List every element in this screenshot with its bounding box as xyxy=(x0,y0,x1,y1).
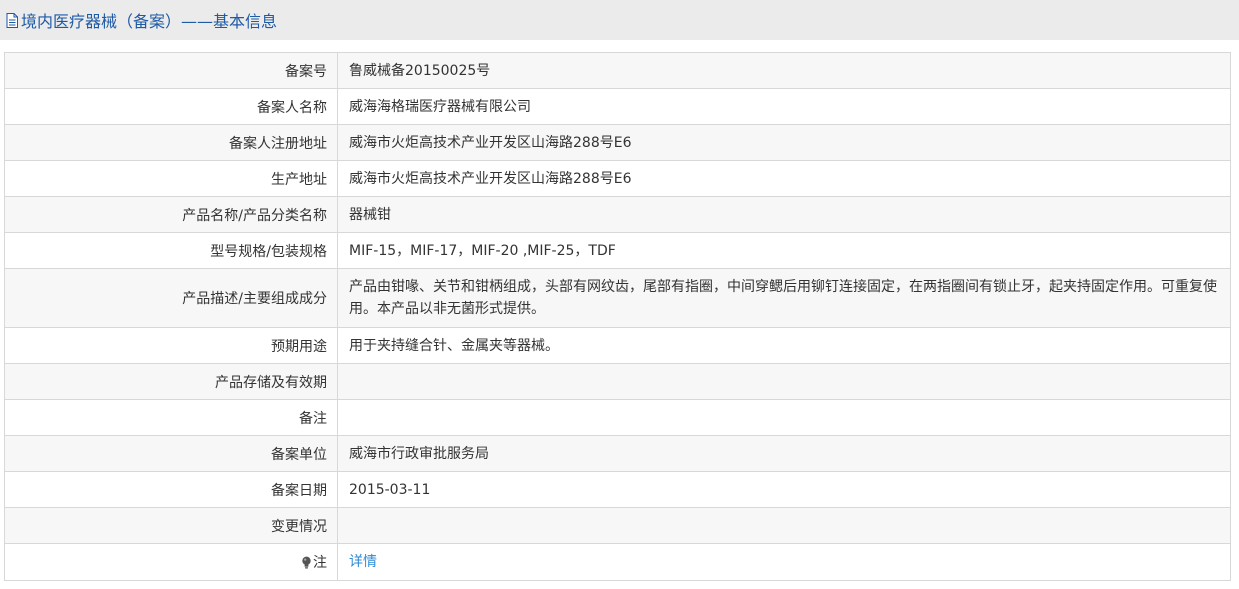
table-row: 备案单位 威海市行政审批服务局 xyxy=(4,435,1231,472)
row-label: 变更情况 xyxy=(4,507,338,544)
table-row: 备注 xyxy=(4,399,1231,436)
row-label: 备案人注册地址 xyxy=(4,124,338,161)
row-label: 预期用途 xyxy=(4,327,338,364)
row-value: 用于夹持缝合针、金属夹等器械。 xyxy=(337,327,1231,364)
lightbulb-icon xyxy=(301,556,312,569)
row-value: 器械钳 xyxy=(337,196,1231,233)
row-value: 威海市火炬高技术产业开发区山海路288号E6 xyxy=(337,124,1231,161)
table-row: 预期用途 用于夹持缝合针、金属夹等器械。 xyxy=(4,327,1231,364)
row-label: 备案号 xyxy=(4,52,338,89)
table-row: 产品描述/主要组成成分 产品由钳喙、关节和钳柄组成，头部有网纹齿，尾部有指圈，中… xyxy=(4,268,1231,328)
row-value: 威海市行政审批服务局 xyxy=(337,435,1231,472)
row-value xyxy=(337,363,1231,400)
note-row: 注 详情 xyxy=(4,543,1231,581)
note-label-cell: 注 xyxy=(4,543,338,581)
row-label: 备案人名称 xyxy=(4,88,338,125)
row-value: 2015-03-11 xyxy=(337,471,1231,508)
row-label: 备注 xyxy=(4,399,338,436)
table-row: 备案人名称 威海海格瑞医疗器械有限公司 xyxy=(4,88,1231,125)
table-row: 备案人注册地址 威海市火炬高技术产业开发区山海路288号E6 xyxy=(4,124,1231,161)
row-label: 备案单位 xyxy=(4,435,338,472)
row-value xyxy=(337,399,1231,436)
table-row: 变更情况 xyxy=(4,507,1231,544)
page-title: 境内医疗器械（备案）——基本信息 xyxy=(6,8,277,32)
table-row: 型号规格/包装规格 MIF-15，MIF-17，MIF-20 ,MIF-25，T… xyxy=(4,232,1231,269)
note-value-cell: 详情 xyxy=(337,543,1231,581)
details-link[interactable]: 详情 xyxy=(349,554,377,570)
row-value: 威海市火炬高技术产业开发区山海路288号E6 xyxy=(337,160,1231,197)
table-row: 产品名称/产品分类名称 器械钳 xyxy=(4,196,1231,233)
row-label: 生产地址 xyxy=(4,160,338,197)
page-header: 境内医疗器械（备案）——基本信息 xyxy=(0,0,1239,40)
page-title-text: 境内医疗器械（备案）——基本信息 xyxy=(21,12,278,31)
row-label: 备案日期 xyxy=(4,471,338,508)
row-value: 威海海格瑞医疗器械有限公司 xyxy=(337,88,1231,125)
row-label: 产品描述/主要组成成分 xyxy=(4,268,338,328)
row-value xyxy=(337,507,1231,544)
row-value: 产品由钳喙、关节和钳柄组成，头部有网纹齿，尾部有指圈，中间穿鳃后用铆钉连接固定，… xyxy=(337,268,1231,328)
table-row: 生产地址 威海市火炬高技术产业开发区山海路288号E6 xyxy=(4,160,1231,197)
row-label: 型号规格/包装规格 xyxy=(4,232,338,269)
info-table: 备案号 鲁威械备20150025号 备案人名称 威海海格瑞医疗器械有限公司 备案… xyxy=(4,52,1231,581)
note-label: 注 xyxy=(313,555,327,571)
row-label: 产品名称/产品分类名称 xyxy=(4,196,338,233)
document-icon xyxy=(6,12,18,28)
table-row: 产品存储及有效期 xyxy=(4,363,1231,400)
table-row: 备案日期 2015-03-11 xyxy=(4,471,1231,508)
row-value: MIF-15，MIF-17，MIF-20 ,MIF-25，TDF xyxy=(337,232,1231,269)
row-label: 产品存储及有效期 xyxy=(4,363,338,400)
info-table-wrapper: 备案号 鲁威械备20150025号 备案人名称 威海海格瑞医疗器械有限公司 备案… xyxy=(4,52,1231,581)
table-row: 备案号 鲁威械备20150025号 xyxy=(4,52,1231,89)
row-value: 鲁威械备20150025号 xyxy=(337,52,1231,89)
